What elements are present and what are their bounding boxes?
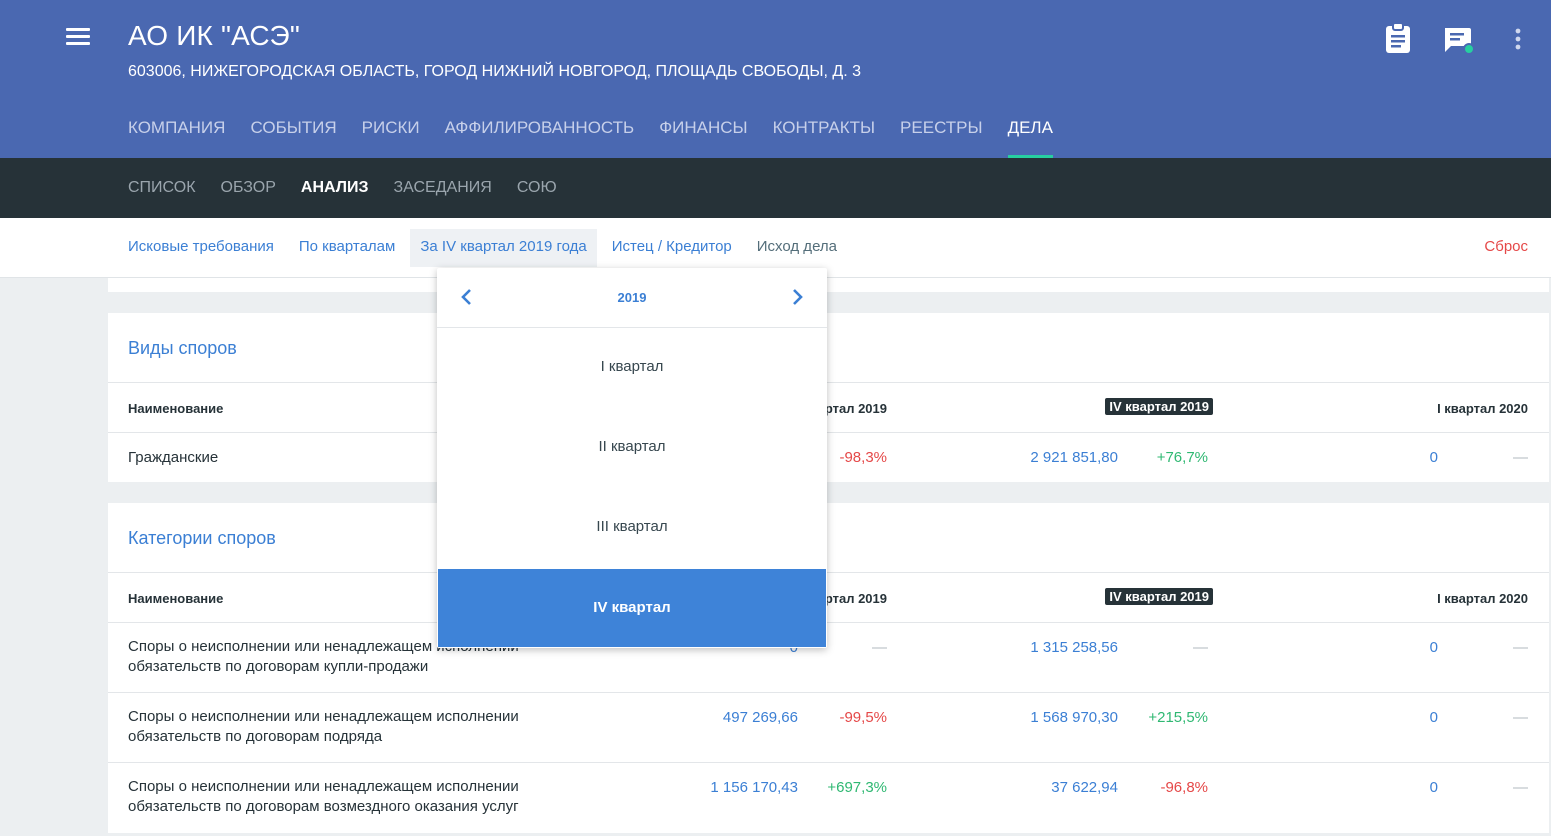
q1-change: —: [1513, 709, 1528, 726]
table-row-name: Споры о неисполнении или ненадлежащем ис…: [128, 707, 519, 747]
q4-change: —: [1193, 639, 1208, 656]
filter-quarter-select[interactable]: За IV квартал 2019 года: [410, 229, 597, 267]
dropdown-header: 2019: [437, 268, 827, 328]
column-header-q1-2020[interactable]: I квартал 2020: [1437, 591, 1528, 606]
row-name-line2: обязательств по договорам купли-продажи: [128, 658, 429, 675]
tab-contracts[interactable]: КОНТРАКТЫ: [773, 104, 875, 158]
tab-affiliation[interactable]: АФФИЛИРОВАННОСТЬ: [445, 104, 635, 158]
divider: [108, 622, 1549, 623]
q3-change: -98,3%: [839, 449, 887, 466]
tab-risks[interactable]: РИСКИ: [362, 104, 420, 158]
row-name-line2: обязательств по договорам подряда: [128, 728, 383, 745]
filter-plaintiff-creditor[interactable]: Истец / Кредитор: [602, 229, 742, 267]
chevron-right-icon[interactable]: [787, 286, 807, 308]
quarter-option-3[interactable]: III квартал: [438, 488, 826, 566]
subtab-list[interactable]: СПИСОК: [128, 158, 196, 218]
q4-value[interactable]: 2 921 851,80: [1030, 449, 1118, 466]
tab-registries[interactable]: РЕЕСТРЫ: [900, 104, 983, 158]
row-name-line1: Споры о неисполнении или ненадлежащем ис…: [128, 708, 519, 725]
table-row-name: Споры о неисполнении или ненадлежащем ис…: [128, 777, 519, 817]
column-header-name: Наименование: [128, 401, 224, 416]
quarter-dropdown: 2019 I квартал II квартал III квартал IV…: [437, 268, 827, 648]
q1-change: —: [1513, 779, 1528, 796]
section-title: Категории споров: [128, 528, 276, 548]
chat-icon[interactable]: [1442, 22, 1475, 56]
subtab-hearings[interactable]: ЗАСЕДАНИЯ: [394, 158, 492, 218]
sub-navigation: СПИСОК ОБЗОР АНАЛИЗ ЗАСЕДАНИЯ СОЮ: [0, 158, 1551, 218]
q1-value[interactable]: 0: [1430, 639, 1438, 656]
quarter-option-4[interactable]: IV квартал: [438, 569, 826, 647]
q1-value[interactable]: 0: [1430, 779, 1438, 796]
q3-change: —: [872, 639, 887, 656]
column-header-q4[interactable]: IV квартал 2019: [1105, 588, 1213, 605]
column-header-q1-2020[interactable]: I квартал 2020: [1437, 401, 1528, 416]
q4-value[interactable]: 1 315 258,56: [1030, 639, 1118, 656]
previous-card: [108, 278, 1549, 292]
more-vert-icon[interactable]: [1508, 22, 1528, 56]
tab-cases[interactable]: ДЕЛА: [1007, 104, 1054, 158]
row-name: Гражданские: [128, 449, 219, 466]
column-header-q4[interactable]: IV квартал 2019: [1105, 398, 1213, 415]
q3-value[interactable]: 1 156 170,43: [710, 779, 798, 796]
q4-value[interactable]: 1 568 970,30: [1030, 709, 1118, 726]
divider: [108, 572, 1549, 573]
q4-change: +215,5%: [1148, 709, 1208, 726]
divider: [108, 382, 1549, 383]
subtab-overview[interactable]: ОБЗОР: [221, 158, 276, 218]
q4-value[interactable]: 37 622,94: [1051, 779, 1118, 796]
q1-change: —: [1513, 449, 1528, 466]
q1-value[interactable]: 0: [1430, 709, 1438, 726]
q4-change: +76,7%: [1156, 449, 1208, 466]
company-address: 603006, НИЖЕГОРОДСКАЯ ОБЛАСТЬ, ГОРОД НИЖ…: [128, 63, 861, 80]
q4-change: -96,8%: [1160, 779, 1208, 796]
q1-value[interactable]: 0: [1430, 449, 1438, 466]
disputes-categories-card: Категории споров Наименование ртал 2019 …: [108, 503, 1549, 833]
app-header: АО ИК "АСЭ" 603006, НИЖЕГОРОДСКАЯ ОБЛАСТ…: [0, 0, 1551, 158]
tab-events[interactable]: СОБЫТИЯ: [250, 104, 336, 158]
reset-button[interactable]: Сброс: [1484, 229, 1528, 264]
q1-change: —: [1513, 639, 1528, 656]
dropdown-year: 2019: [617, 290, 647, 305]
column-header-q4-label: IV квартал 2019: [1105, 588, 1213, 605]
subtab-soyu[interactable]: СОЮ: [517, 158, 557, 218]
section-title: Виды споров: [128, 338, 237, 358]
main-tabs: КОМПАНИЯ СОБЫТИЯ РИСКИ АФФИЛИРОВАННОСТЬ …: [128, 104, 1078, 158]
q3-value[interactable]: 497 269,66: [723, 709, 798, 726]
column-header-q4-label: IV квартал 2019: [1105, 398, 1213, 415]
subtab-analysis[interactable]: АНАЛИЗ: [301, 158, 369, 218]
column-header-q3[interactable]: ртал 2019: [825, 591, 887, 606]
row-name-line2: обязательств по договорам возмездного ок…: [128, 798, 519, 815]
tab-company[interactable]: КОМПАНИЯ: [128, 104, 225, 158]
menu-icon[interactable]: [66, 28, 90, 48]
q3-change: +697,3%: [827, 779, 887, 796]
divider: [108, 692, 1549, 693]
disputes-types-card: Виды споров Наименование ртал 2019 IV кв…: [108, 313, 1549, 482]
filter-by-quarters[interactable]: По кварталам: [289, 229, 405, 267]
tab-finances[interactable]: ФИНАНСЫ: [659, 104, 747, 158]
clipboard-icon[interactable]: [1384, 22, 1414, 56]
divider: [108, 432, 1549, 433]
divider: [108, 762, 1549, 763]
company-name: АО ИК "АСЭ": [128, 20, 301, 51]
column-header-name: Наименование: [128, 591, 224, 606]
filter-case-outcome[interactable]: Исход дела: [747, 229, 847, 267]
q3-change: -99,5%: [839, 709, 887, 726]
row-name-line1: Споры о неисполнении или ненадлежащем ис…: [128, 778, 519, 795]
column-header-q3[interactable]: ртал 2019: [825, 401, 887, 416]
quarter-option-1[interactable]: I квартал: [438, 328, 826, 406]
filter-claims[interactable]: Исковые требования: [118, 229, 284, 267]
quarter-option-2[interactable]: II квартал: [438, 408, 826, 486]
